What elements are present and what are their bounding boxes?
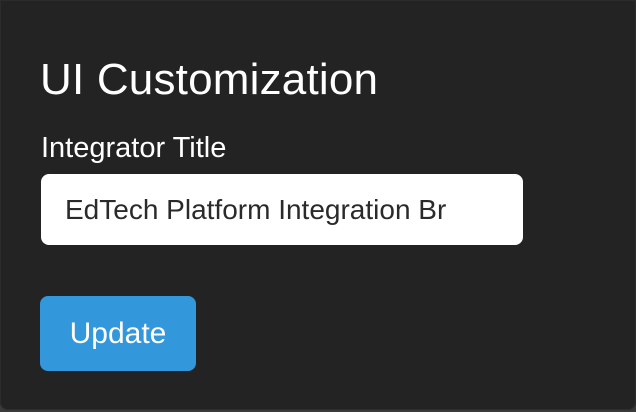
integrator-title-input[interactable] [41,174,523,245]
integrator-title-label: Integrator Title [41,132,227,164]
ui-customization-panel: UI Customization Integrator Title Update [0,0,636,410]
update-button[interactable]: Update [40,296,196,371]
section-title: UI Customization [40,55,379,104]
